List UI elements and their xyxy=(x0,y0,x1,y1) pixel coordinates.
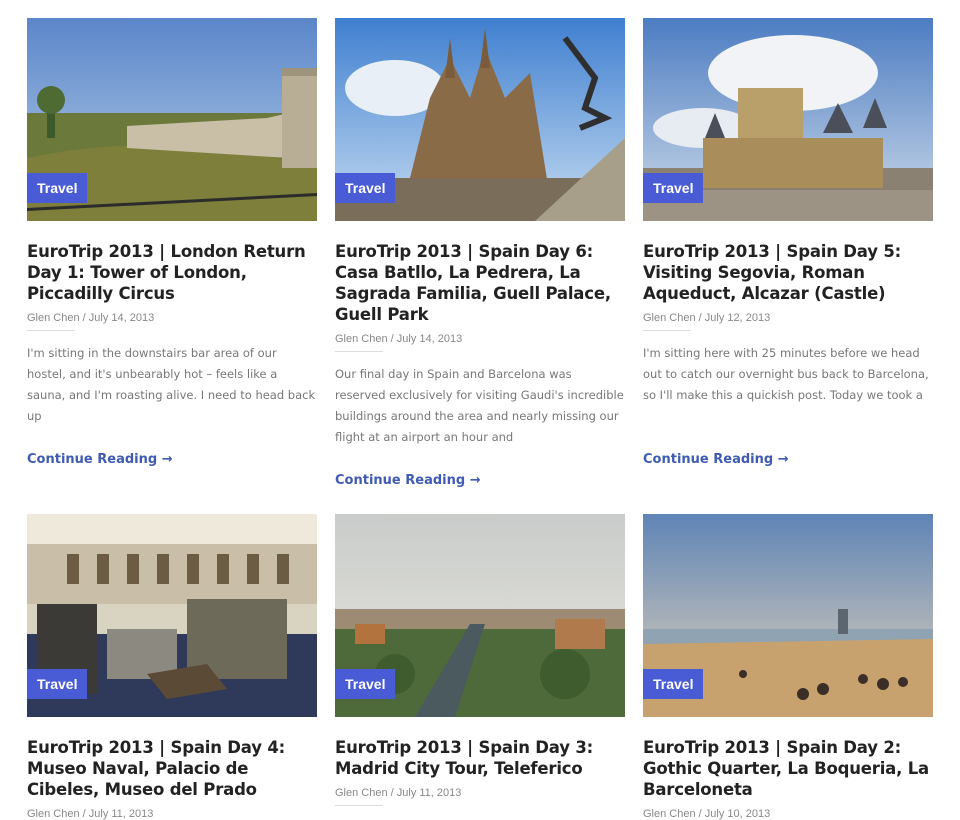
post-date[interactable]: July 11, 2013 xyxy=(397,787,462,799)
post-meta: Glen Chen / July 11, 2013 xyxy=(335,787,625,799)
continue-reading-link[interactable]: Continue Reading → xyxy=(27,452,317,467)
post-title[interactable]: EuroTrip 2013 | Spain Day 2: Gothic Quar… xyxy=(643,737,933,800)
post-meta: Glen Chen / July 12, 2013 xyxy=(643,312,933,324)
post-excerpt: I'm sitting in the downstairs bar area o… xyxy=(27,346,316,423)
post-title[interactable]: EuroTrip 2013 | Spain Day 6: Casa Batllo… xyxy=(335,241,625,325)
post-date[interactable]: July 14, 2013 xyxy=(397,333,462,345)
post-author[interactable]: Glen Chen xyxy=(27,312,80,324)
post-author[interactable]: Glen Chen xyxy=(335,787,388,799)
post-date[interactable]: July 10, 2013 xyxy=(705,808,770,820)
post-meta: Glen Chen / July 14, 2013 xyxy=(335,333,625,345)
post-title[interactable]: EuroTrip 2013 | London Return Day 1: Tow… xyxy=(27,241,317,304)
meta-separator: / xyxy=(387,787,397,799)
meta-separator: / xyxy=(695,808,705,820)
post-title[interactable]: EuroTrip 2013 | Spain Day 3: Madrid City… xyxy=(335,737,625,779)
meta-separator: / xyxy=(695,312,705,324)
post-title[interactable]: EuroTrip 2013 | Spain Day 5: Visiting Se… xyxy=(643,241,933,304)
meta-divider xyxy=(335,805,383,806)
post-card: Travel EuroTrip 2013 | Spain Day 4: Muse… xyxy=(27,514,317,820)
post-date[interactable]: July 14, 2013 xyxy=(89,312,154,324)
post-thumbnail-alcazar[interactable]: Travel xyxy=(643,18,933,221)
category-badge[interactable]: Travel xyxy=(643,669,704,699)
post-thumbnail-tower-of-london[interactable]: Travel xyxy=(27,18,317,221)
post-card: Travel EuroTrip 2013 | London Return Day… xyxy=(27,18,317,488)
post-card: Travel EuroTrip 2013 | Spain Day 6: Casa… xyxy=(335,18,625,488)
post-thumbnail-museo-naval[interactable]: Travel xyxy=(27,514,317,717)
post-card: Travel EuroTrip 2013 | Spain Day 3: Madr… xyxy=(335,514,625,820)
post-thumbnail-madrid[interactable]: Travel xyxy=(335,514,625,717)
post-excerpt: Our final day in Spain and Barcelona was… xyxy=(335,367,624,444)
post-excerpt: I'm sitting here with 25 minutes before … xyxy=(643,346,929,402)
meta-separator: / xyxy=(387,333,397,345)
meta-separator: / xyxy=(79,312,89,324)
post-meta: Glen Chen / July 10, 2013 xyxy=(643,808,933,820)
continue-reading-link[interactable]: Continue Reading → xyxy=(643,452,933,467)
category-badge[interactable]: Travel xyxy=(643,173,704,203)
continue-reading-link[interactable]: Continue Reading → xyxy=(335,473,625,488)
post-author[interactable]: Glen Chen xyxy=(27,808,80,820)
post-card: Travel EuroTrip 2013 | Spain Day 5: Visi… xyxy=(643,18,933,488)
meta-divider xyxy=(643,330,691,331)
post-thumbnail-sagrada-familia[interactable]: Travel xyxy=(335,18,625,221)
post-title[interactable]: EuroTrip 2013 | Spain Day 4: Museo Naval… xyxy=(27,737,317,800)
post-thumbnail-barceloneta[interactable]: Travel xyxy=(643,514,933,717)
meta-divider xyxy=(335,351,383,352)
post-meta: Glen Chen / July 11, 2013 xyxy=(27,808,317,820)
category-badge[interactable]: Travel xyxy=(335,669,396,699)
post-author[interactable]: Glen Chen xyxy=(643,808,696,820)
category-badge[interactable]: Travel xyxy=(335,173,396,203)
post-date[interactable]: July 11, 2013 xyxy=(89,808,154,820)
meta-separator: / xyxy=(79,808,89,820)
post-grid: Travel EuroTrip 2013 | London Return Day… xyxy=(27,18,933,820)
post-author[interactable]: Glen Chen xyxy=(335,333,388,345)
post-author[interactable]: Glen Chen xyxy=(643,312,696,324)
post-meta: Glen Chen / July 14, 2013 xyxy=(27,312,317,324)
category-badge[interactable]: Travel xyxy=(27,173,88,203)
post-date[interactable]: July 12, 2013 xyxy=(705,312,770,324)
post-card: Travel EuroTrip 2013 | Spain Day 2: Goth… xyxy=(643,514,933,820)
category-badge[interactable]: Travel xyxy=(27,669,88,699)
meta-divider xyxy=(27,330,75,331)
